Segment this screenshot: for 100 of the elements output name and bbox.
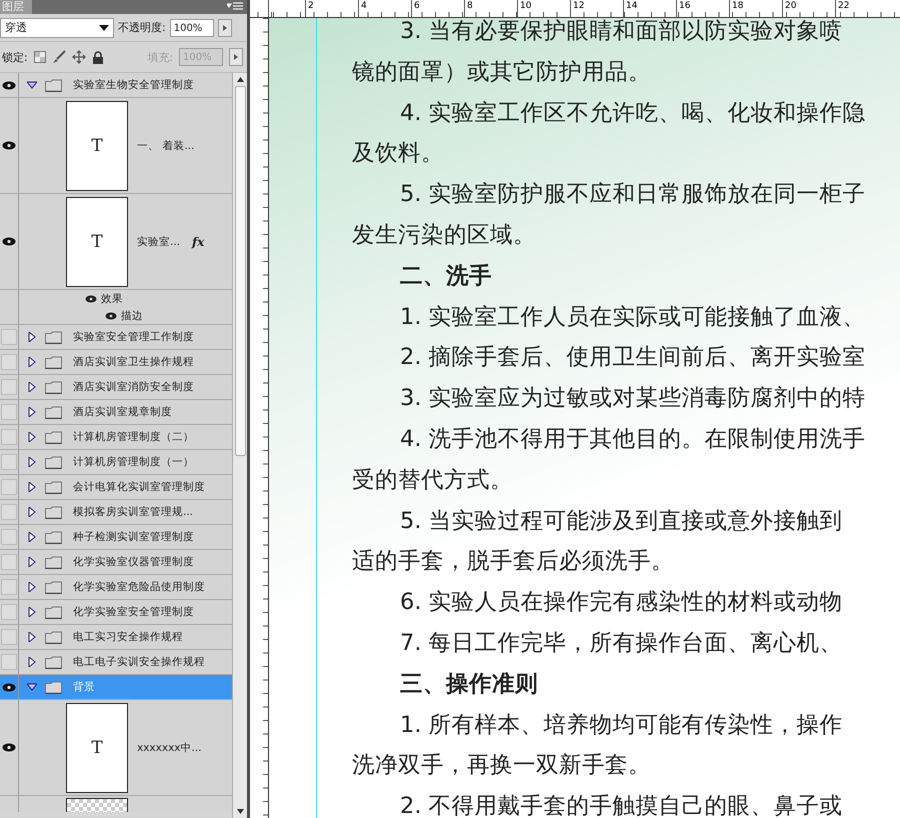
layer-group-row[interactable]: 种子检测实训室管理制度 [0, 525, 232, 550]
paragraph-line: 4. 洗手池不得用于其他目的。在限制使用洗手 [399, 424, 867, 454]
ruler-label: 20 [782, 0, 835, 17]
paragraph-line: 2. 摘除手套后、使用卫生间前后、离开实验室 [399, 343, 867, 372]
fx-label: fx [192, 234, 204, 248]
layer-group-row[interactable]: 实验室生物安全管理制度 [0, 73, 232, 98]
lock-label: 锁定: [2, 50, 28, 64]
caret-icon [99, 24, 109, 30]
lock-icon[interactable] [92, 50, 104, 64]
eye-icon[interactable] [2, 80, 16, 90]
text-layer-row[interactable]: T 实验室... fx [0, 194, 232, 290]
triangle-icon [222, 24, 227, 30]
layer-group-row[interactable]: 实验室安全管理工作制度 [0, 325, 232, 350]
paragraph-line: 7. 每日工作完毕，所有操作台面、离心机、 [399, 628, 844, 658]
text-layer-row[interactable]: T 一、 着装... [0, 98, 232, 194]
scroll-down-icon[interactable] [236, 809, 244, 814]
layer-group-row[interactable]: 电工实习安全操作规程 [0, 625, 232, 650]
effect-name: 描边 [121, 308, 143, 322]
blend-mode-dropdown[interactable]: 穿透 [0, 18, 114, 38]
disclosure-triangle-icon[interactable] [27, 507, 37, 517]
disclosure-triangle-icon[interactable] [27, 407, 37, 417]
ruler-label: 4 [358, 0, 411, 17]
paragraph-line: 适的手套，脱手套后必须洗手。 [352, 547, 675, 576]
ruler-label: 18 [729, 0, 782, 17]
layer-group-row[interactable]: 酒店实训室卫生操作规程 [0, 350, 232, 375]
layer-name: 实验室生物安全管理制度 [73, 78, 194, 92]
folder-icon [45, 456, 62, 468]
paragraph-line: 及饮料。 [352, 139, 445, 168]
disclosure-triangle-icon[interactable] [27, 482, 37, 492]
layer-name: 酒店实训室卫生操作规程 [73, 355, 194, 369]
disclosure-triangle-icon[interactable] [27, 332, 37, 342]
layer-group-row[interactable]: 化学实验室危险品使用制度 [0, 575, 232, 600]
folder-icon [45, 556, 62, 568]
layer-group-row[interactable]: 酒店实训室消防安全制度 [0, 375, 232, 400]
blend-mode-value: 穿透 [5, 20, 27, 35]
eye-icon[interactable] [105, 312, 117, 320]
eye-icon[interactable] [2, 141, 16, 150]
scroll-up-icon[interactable] [236, 77, 244, 82]
disclosure-triangle-icon[interactable] [27, 432, 37, 442]
paragraph-line: 4. 实验室工作区不允许吃、喝、化妆和操作隐 [399, 98, 867, 128]
folder-icon [45, 506, 62, 518]
panel-menu-icon[interactable] [227, 2, 243, 12]
paragraph-line: 洗净双手，再换一双新手套。 [352, 751, 652, 780]
layer-group-row[interactable]: 计算机房管理制度（一） [0, 450, 232, 475]
paragraph-line: 镜的面罩）或其它防护用品。 [352, 58, 652, 87]
paragraph-line: 2. 不得用戴手套的手触摸自己的眼、鼻子或 [399, 792, 844, 818]
layer-group-row[interactable]: 化学实验室安全管理制度 [0, 600, 232, 625]
brush-icon[interactable] [52, 50, 66, 64]
ruler-label: 12 [570, 0, 623, 17]
lock-transparency-icon[interactable] [34, 51, 46, 63]
transparent-thumbnail [66, 798, 128, 812]
paragraph-line: 3. 当有必要保护眼睛和面部以防实验对象喷 [399, 18, 844, 46]
layer-group-row[interactable]: 化学实验室仪器管理制度 [0, 550, 232, 575]
layer-name: 酒店实训室消防安全制度 [73, 380, 194, 394]
layer-group-row[interactable]: 电工电子实训安全操作规程 [0, 650, 232, 675]
disclosure-triangle-icon[interactable] [27, 80, 37, 90]
fill-label: 填充: [147, 50, 173, 64]
layer-name: 化学实验室危险品使用制度 [73, 580, 205, 594]
paragraph-line: 发生污染的区域。 [352, 220, 537, 250]
ruler-label: 2 [305, 0, 358, 17]
disclosure-triangle-icon[interactable] [27, 557, 37, 567]
disclosure-triangle-icon[interactable] [27, 532, 37, 542]
layer-name: 实验室... [137, 234, 180, 248]
section-heading: 三、操作准则 [399, 670, 539, 699]
move-icon[interactable] [72, 50, 86, 64]
disclosure-triangle-icon[interactable] [27, 457, 37, 467]
opacity-field[interactable]: 100% [170, 18, 214, 36]
layer-group-row[interactable]: 酒店实训室规章制度 [0, 400, 232, 425]
eye-icon[interactable] [2, 743, 16, 752]
eye-icon[interactable] [2, 237, 16, 246]
eye-icon[interactable] [2, 682, 16, 692]
layer-name: 化学实验室安全管理制度 [73, 605, 194, 619]
layer-name: 会计电算化实训室管理制度 [73, 480, 205, 494]
ruler-label: 8 [464, 0, 517, 17]
layer-name: 计算机房管理制度（二） [73, 430, 194, 444]
layer-group-row[interactable]: 模拟客房实训室管理规... [0, 500, 232, 525]
layer-name: 化学实验室仪器管理制度 [73, 555, 194, 569]
layer-name: 种子检测实训室管理制度 [73, 530, 194, 544]
layer-thumbnail: T [66, 702, 128, 792]
disclosure-triangle-icon[interactable] [27, 357, 37, 367]
layer-name: 实验室安全管理工作制度 [73, 330, 194, 344]
disclosure-triangle-icon[interactable] [27, 582, 37, 592]
paragraph-line: 3. 实验室应为过敏或对某些消毒防腐剂中的特 [399, 384, 867, 414]
folder-icon [45, 680, 62, 694]
disclosure-triangle-icon[interactable] [27, 632, 37, 642]
scrollbar[interactable] [232, 73, 247, 818]
disclosure-triangle-icon[interactable] [27, 382, 37, 392]
ruler-label: 14 [623, 0, 676, 17]
effects-label: 效果 [101, 292, 123, 306]
folder-icon [45, 656, 62, 668]
section-heading: 二、洗手 [399, 262, 493, 291]
disclosure-triangle-icon[interactable] [27, 607, 37, 617]
opacity-arrow-button[interactable] [218, 18, 232, 36]
layer-group-row[interactable]: 会计电算化实训室管理制度 [0, 475, 232, 500]
eye-icon[interactable] [85, 294, 97, 302]
layer-group-row[interactable]: 计算机房管理制度（二） [0, 425, 232, 450]
fill-arrow-button[interactable] [229, 48, 243, 66]
disclosure-triangle-icon[interactable] [27, 657, 37, 667]
disclosure-triangle-icon[interactable] [27, 682, 37, 692]
text-layer-row[interactable]: T xxxxxxx中... [0, 700, 232, 796]
